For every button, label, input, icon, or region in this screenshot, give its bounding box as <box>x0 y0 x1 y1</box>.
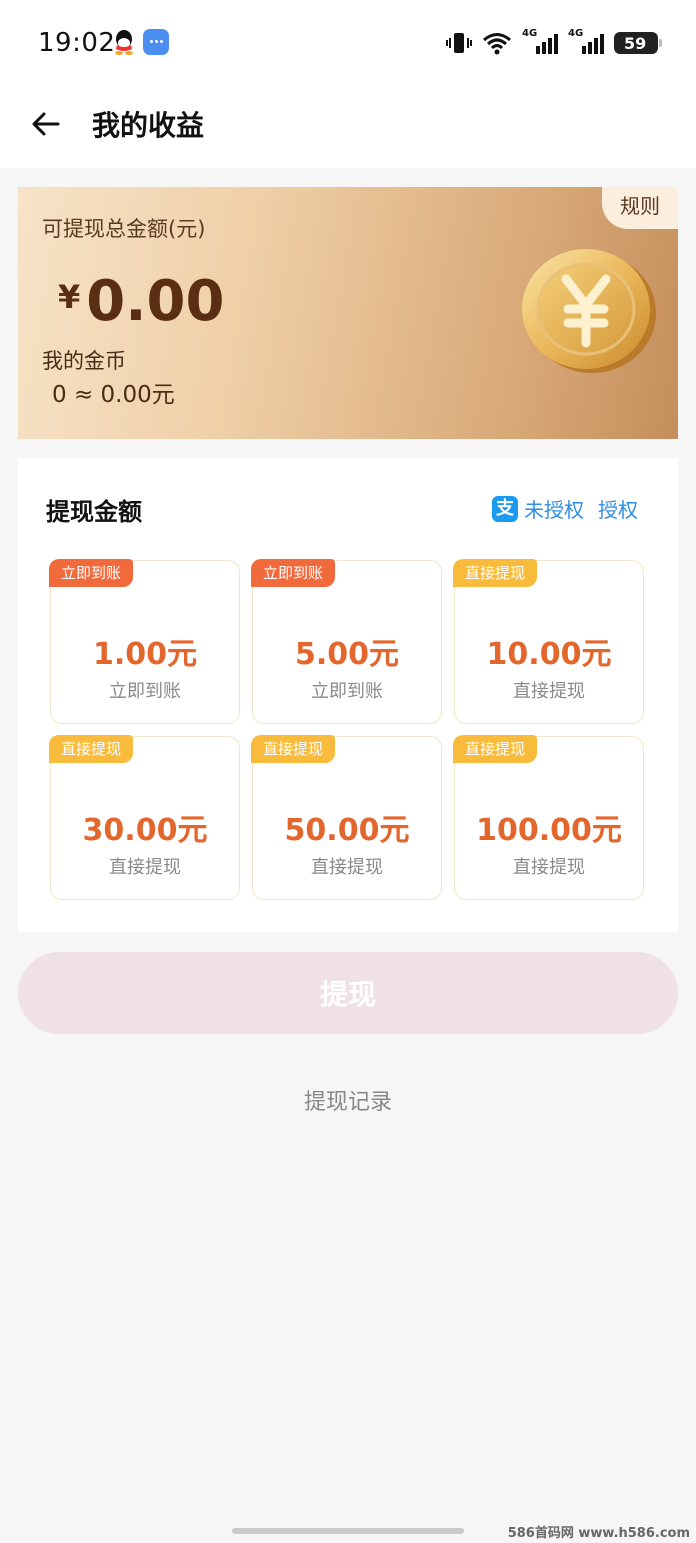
home-indicator[interactable] <box>232 1528 464 1534</box>
withdraw-option-2[interactable]: 立即到账 5.00元 立即到账 <box>251 559 442 724</box>
option-tag: 直接提现 <box>49 735 134 763</box>
withdraw-button[interactable]: 提现 <box>18 952 678 1034</box>
option-tag: 直接提现 <box>251 735 336 763</box>
watermark: 586首码网 www.h586.com <box>507 1526 690 1541</box>
option-amount: 5.00元 <box>294 637 400 672</box>
back-arrow-icon[interactable] <box>30 108 62 140</box>
auth-status: 未授权 <box>524 498 584 522</box>
earnings-card: 规则 可提现总金额(元) ¥0.00 我的金币 0 ≈ 0.00元 <box>18 187 678 439</box>
option-amount: 10.00元 <box>486 637 612 672</box>
cellular-signal-icon-2: 4G <box>568 28 604 56</box>
withdraw-option-4[interactable]: 直接提现 30.00元 直接提现 <box>49 735 240 900</box>
option-desc: 直接提现 <box>109 857 181 878</box>
option-tag: 直接提现 <box>453 735 538 763</box>
message-icon <box>143 29 169 55</box>
withdrawable-amount: ¥0.00 <box>58 269 224 334</box>
status-icons: 4G 4G 59 <box>446 28 662 56</box>
status-bar: 19:02 4G 4G 59 <box>0 0 696 84</box>
option-desc: 直接提现 <box>311 857 383 878</box>
battery-level: 59 <box>624 33 647 53</box>
status-time: 19:02 <box>38 28 116 58</box>
withdraw-amount-title: 提现金额 <box>46 498 142 526</box>
alipay-auth: 支 未授权 授权 <box>492 494 638 523</box>
currency-symbol: ¥ <box>58 278 81 316</box>
option-desc: 立即到账 <box>311 681 383 702</box>
withdraw-section: 提现金额 支 未授权 授权 立即到账 1.00元 立即到账 立即到账 5.00元… <box>18 458 678 932</box>
alipay-icon: 支 <box>492 495 518 522</box>
battery-icon: 59 <box>614 32 662 54</box>
coin-value: 0 ≈ 0.00元 <box>52 382 175 408</box>
wifi-icon <box>483 33 511 55</box>
option-tag: 立即到账 <box>251 559 336 587</box>
cellular-signal-icon: 4G <box>522 28 558 56</box>
option-amount: 100.00元 <box>476 813 622 848</box>
amount-value: 0.00 <box>86 269 225 334</box>
withdraw-records-link[interactable]: 提现记录 <box>0 1084 696 1116</box>
withdraw-option-6[interactable]: 直接提现 100.00元 直接提现 <box>453 735 644 900</box>
withdraw-option-3[interactable]: 直接提现 10.00元 直接提现 <box>453 559 644 724</box>
network-type-label: 4G <box>522 28 538 39</box>
withdraw-option-1[interactable]: 立即到账 1.00元 立即到账 <box>49 559 240 724</box>
authorize-link[interactable]: 授权 <box>598 494 638 523</box>
rules-button[interactable]: 规则 <box>602 187 678 229</box>
option-desc: 直接提现 <box>513 681 585 702</box>
option-amount: 50.00元 <box>284 813 410 848</box>
withdraw-option-5[interactable]: 直接提现 50.00元 直接提现 <box>251 735 442 900</box>
withdrawable-label: 可提现总金额(元) <box>42 217 206 241</box>
option-desc: 立即到账 <box>109 681 181 702</box>
option-tag: 立即到账 <box>49 559 134 587</box>
coin-label: 我的金币 <box>42 349 126 373</box>
option-amount: 1.00元 <box>92 637 198 672</box>
option-tag: 直接提现 <box>453 559 538 587</box>
option-amount: 30.00元 <box>82 813 208 848</box>
app-header: 我的收益 <box>0 84 696 168</box>
vibrate-icon <box>446 33 472 53</box>
yuan-coin-icon <box>522 249 656 373</box>
network-type-label-2: 4G <box>568 28 584 39</box>
option-desc: 直接提现 <box>513 857 585 878</box>
page-title: 我的收益 <box>92 109 205 142</box>
qq-icon <box>115 30 133 55</box>
